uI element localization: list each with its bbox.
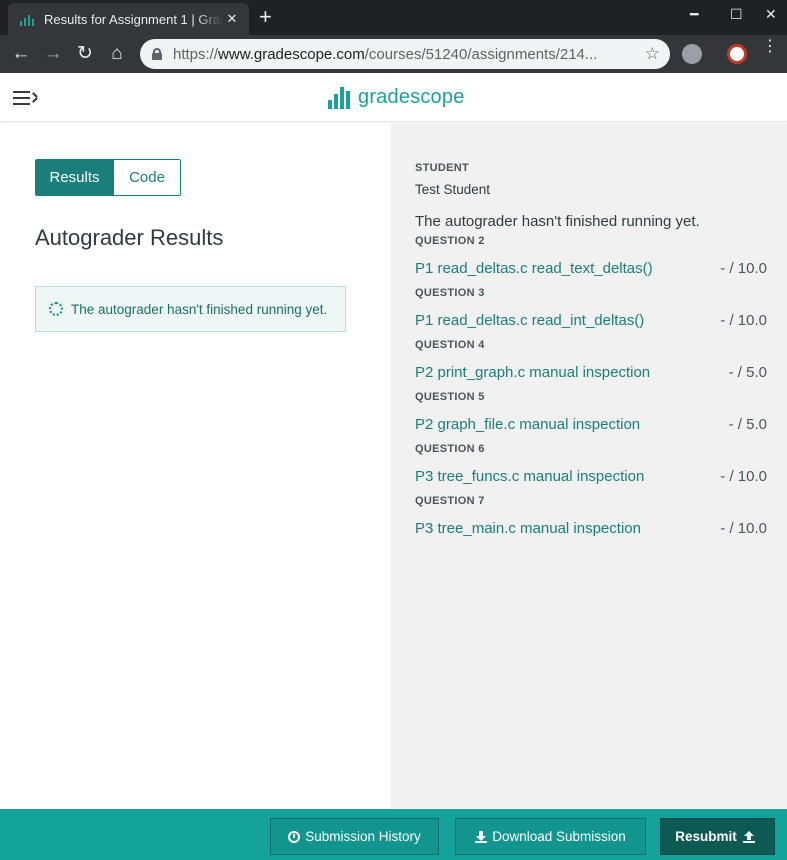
- gradescope-favicon-icon: [20, 12, 36, 26]
- back-icon[interactable]: ←: [9, 42, 33, 66]
- url-text: https://www.gradescope.com/courses/51240…: [173, 46, 637, 63]
- sidebar-toggle-icon[interactable]: [13, 91, 38, 105]
- page-title: Autograder Results: [35, 225, 224, 250]
- browser-tab-bar: Results for Assignment 1 | Gradescope ✕ …: [0, 0, 787, 35]
- close-window-icon[interactable]: ✕: [765, 6, 777, 23]
- browser-menu-icon[interactable]: ⋮: [762, 39, 778, 55]
- student-label: STUDENT: [415, 162, 470, 174]
- question-score: - / 5.0: [728, 364, 767, 381]
- forward-icon[interactable]: →: [41, 42, 65, 66]
- site-header: gradescope: [0, 73, 787, 122]
- url-host: www.gradescope.com: [218, 45, 365, 63]
- tab-title: Results for Assignment 1 | Gradescope: [44, 11, 223, 27]
- reload-icon[interactable]: ↻: [73, 42, 97, 66]
- address-bar[interactable]: https://www.gradescope.com/courses/51240…: [140, 39, 670, 69]
- submission-history-label: Submission History: [305, 829, 421, 844]
- question-label: QUESTION 2: [415, 235, 485, 247]
- url-scheme: https://: [173, 45, 219, 63]
- logo-bars-icon: [328, 86, 350, 109]
- question-score: - / 10.0: [720, 468, 767, 485]
- question-score: - / 10.0: [720, 520, 767, 537]
- question-link[interactable]: P1 read_deltas.c read_text_deltas(): [415, 260, 653, 277]
- minimize-icon[interactable]: ━: [690, 6, 698, 23]
- question-score: - / 10.0: [720, 260, 767, 277]
- gradescope-logo[interactable]: gradescope: [328, 86, 465, 109]
- view-tabs: Results Code: [35, 159, 181, 196]
- resubmit-button[interactable]: Resubmit: [660, 818, 775, 855]
- results-pane: Results Code Autograder Results The auto…: [0, 123, 391, 809]
- url-path: /courses/51240/assignments/214...: [364, 45, 598, 63]
- profile-avatar-icon[interactable]: [727, 44, 747, 64]
- question-label: QUESTION 5: [415, 391, 485, 403]
- alert-text: The autograder hasn't finished running y…: [71, 301, 328, 317]
- home-icon[interactable]: ⌂: [105, 42, 129, 66]
- question-label: QUESTION 7: [415, 495, 485, 507]
- tab-results[interactable]: Results: [35, 159, 114, 196]
- question-score: - / 5.0: [728, 416, 767, 433]
- question-link[interactable]: P2 graph_file.c manual inspection: [415, 416, 640, 433]
- question-link[interactable]: P1 read_deltas.c read_int_deltas(): [415, 312, 644, 329]
- question-label: QUESTION 6: [415, 443, 485, 455]
- autograder-status-text: The autograder hasn't finished running y…: [415, 213, 700, 230]
- submission-history-button[interactable]: Submission History: [270, 818, 439, 855]
- new-tab-button[interactable]: +: [259, 6, 272, 28]
- student-name: Test Student: [415, 182, 491, 197]
- upload-icon: [742, 830, 755, 843]
- logo-text: gradescope: [358, 86, 465, 108]
- autograder-status-alert: The autograder hasn't finished running y…: [35, 286, 346, 332]
- question-link[interactable]: P3 tree_funcs.c manual inspection: [415, 468, 644, 485]
- loading-spinner-icon: [49, 302, 63, 316]
- lock-icon: [152, 48, 162, 60]
- bookmark-star-icon[interactable]: ☆: [645, 44, 660, 64]
- download-submission-button[interactable]: Download Submission: [455, 818, 646, 855]
- browser-toolbar: ← → ↻ ⌂ https://www.gradescope.com/cours…: [0, 35, 787, 73]
- question-link[interactable]: P3 tree_main.c manual inspection: [415, 520, 641, 537]
- action-bar: Submission History Download Submission R…: [0, 809, 787, 860]
- question-label: QUESTION 3: [415, 287, 485, 299]
- question-link[interactable]: P2 print_graph.c manual inspection: [415, 364, 650, 381]
- tab-code[interactable]: Code: [114, 159, 181, 196]
- browser-tab[interactable]: Results for Assignment 1 | Gradescope ✕: [8, 3, 249, 35]
- download-icon: [475, 830, 488, 843]
- resubmit-label: Resubmit: [675, 829, 737, 844]
- tab-close-icon[interactable]: ✕: [223, 11, 241, 27]
- submission-outline: STUDENT Test Student The autograder hasn…: [391, 123, 787, 809]
- clock-icon: [288, 830, 301, 843]
- extension-icon[interactable]: [682, 44, 702, 64]
- maximize-icon[interactable]: ☐: [730, 6, 743, 23]
- download-submission-label: Download Submission: [492, 829, 626, 844]
- question-label: QUESTION 4: [415, 339, 485, 351]
- question-score: - / 10.0: [720, 312, 767, 329]
